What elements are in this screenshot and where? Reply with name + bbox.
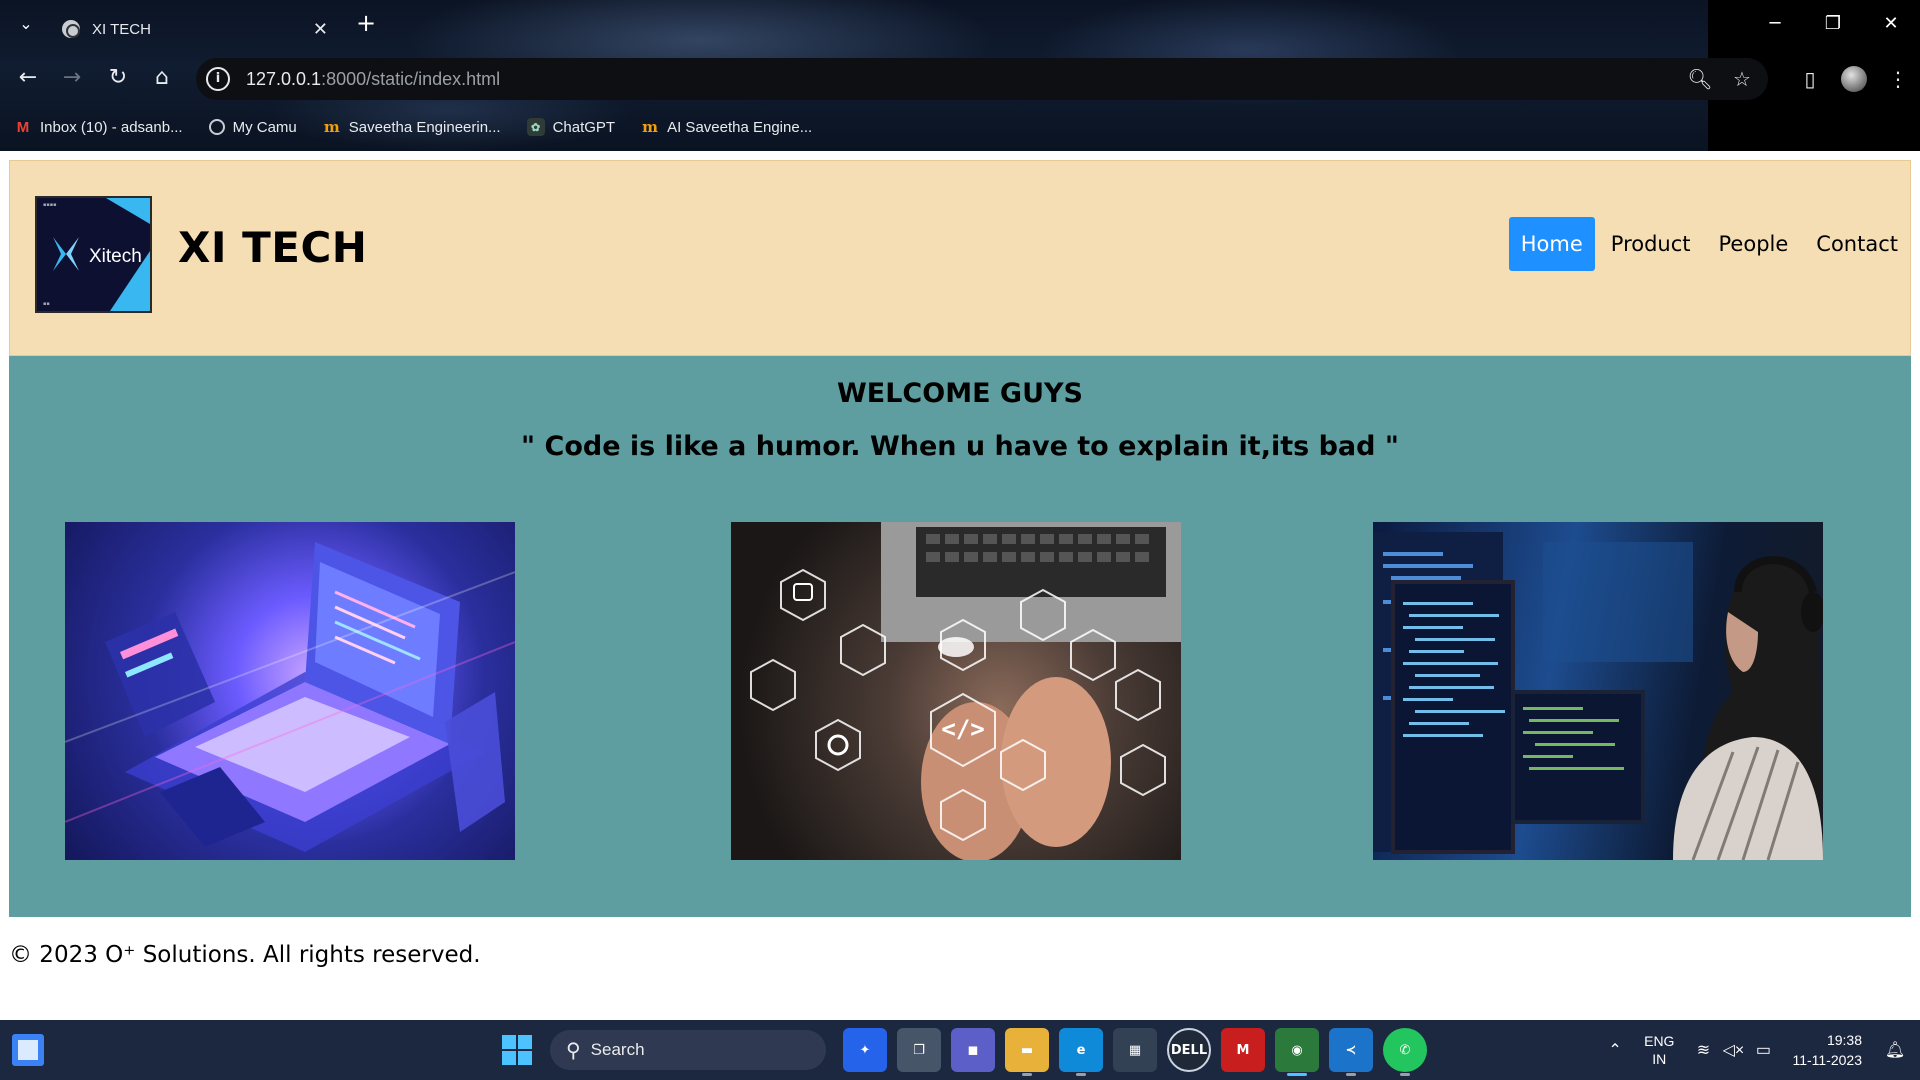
home-icon[interactable]: ⌂ (146, 63, 178, 95)
bookmark-my-camu[interactable]: My Camu (208, 119, 297, 136)
moodle-icon: m (323, 118, 340, 136)
bookmark-chatgpt[interactable]: ✿ ChatGPT (526, 118, 615, 136)
hero-section: WELCOME GUYS " Code is like a humor. Whe… (9, 356, 1911, 917)
system-tray: ⌃ ENG IN ≋ ◁× ▭ 19:38 11-11-2023 🔔︎ (1600, 1020, 1920, 1080)
forward-icon[interactable]: → (56, 63, 88, 95)
search-icon: ⚲ (566, 1039, 581, 1062)
chrome-icon[interactable]: ◉ (1275, 1028, 1319, 1076)
restore-icon[interactable]: ❐ (1804, 0, 1862, 50)
reload-icon[interactable]: ↻ (102, 63, 134, 95)
tab-bar: ⌄ XI TECH ✕ + ─ ❐ ✕ (0, 0, 1920, 50)
chevron-up-icon[interactable]: ⌃ (1600, 1040, 1630, 1060)
bookmark-saveetha[interactable]: m Saveetha Engineerin... (323, 118, 501, 136)
start-button[interactable] (494, 1027, 540, 1073)
quote-text: " Code is like a humor. When u have to e… (521, 431, 1399, 462)
site-header: ▪▪▪▪ Xitech ▪▪ XI TECH Home Product Peop… (9, 160, 1911, 356)
url-text[interactable]: 127.0.0.1:8000/static/index.html (246, 69, 1684, 90)
vscode-icon[interactable]: ≺ (1329, 1028, 1373, 1076)
file-explorer-icon[interactable]: ▬ (1005, 1028, 1049, 1076)
nav-product[interactable]: Product (1599, 217, 1703, 271)
microsoft-store-icon[interactable]: ▦ (1113, 1028, 1157, 1072)
tab-search-chevron-icon[interactable]: ⌄ (14, 12, 38, 36)
gmail-icon: M (16, 118, 30, 136)
teams-chat-icon[interactable]: ◼ (951, 1028, 995, 1072)
site-brand: XI TECH (178, 223, 368, 272)
bookmark-ai-saveetha[interactable]: m AI Saveetha Engine... (641, 118, 812, 136)
site-footer: © 2023 O⁺ Solutions. All rights reserved… (9, 942, 481, 968)
wifi-icon[interactable]: ≋ (1688, 1040, 1718, 1060)
laptop-illustration (65, 542, 515, 852)
site-nav: Home Product People Contact (1505, 216, 1910, 272)
bookmark-inbox[interactable]: M Inbox (10) - adsanb... (14, 118, 183, 136)
profile-avatar[interactable] (1841, 66, 1867, 92)
logo-fine-print: ▪▪▪▪ (43, 202, 57, 208)
hero-image-developer (1373, 522, 1823, 860)
chatgpt-icon: ✿ (526, 118, 545, 136)
welcome-heading: WELCOME GUYS (837, 378, 1083, 409)
close-window-icon[interactable]: ✕ (1862, 0, 1920, 50)
svg-text:</>: </> (941, 715, 984, 743)
dell-icon[interactable]: DELL (1167, 1028, 1211, 1072)
globe-icon (62, 20, 80, 38)
right-tools: ▯ ⋮ (1788, 55, 1920, 103)
bookmark-star-icon[interactable]: ☆ (1726, 63, 1758, 95)
back-icon[interactable]: ← (12, 63, 44, 95)
battery-icon[interactable]: ▭ (1748, 1040, 1778, 1060)
logo-fine-print: ▪▪ (43, 301, 50, 307)
toolbar: ← → ↻ ⌂ i 127.0.0.1:8000/static/index.ht… (0, 55, 1920, 103)
developer-illustration (1373, 532, 1823, 860)
bookmarks-bar: M Inbox (10) - adsanb... My Camu m Savee… (0, 112, 1920, 142)
volume-muted-icon[interactable]: ◁× (1718, 1040, 1748, 1060)
taskbar-apps: ⚲ Search ✦ ❐ ◼ ▬ e ▦ DELL M ◉ ≺ ✆ (494, 1020, 1432, 1080)
browser-chrome: ⌄ XI TECH ✕ + ─ ❐ ✕ ← → ↻ ⌂ i 127.0.0.1:… (0, 0, 1920, 151)
input-language[interactable]: ENG IN (1644, 1032, 1674, 1068)
logo-shape (110, 251, 150, 311)
zoom-icon[interactable]: 🔍︎ (1684, 63, 1716, 95)
tab-xi-tech[interactable]: XI TECH ✕ (50, 8, 340, 50)
nav-contact[interactable]: Contact (1804, 217, 1910, 271)
minimize-icon[interactable]: ─ (1746, 0, 1804, 50)
page-content: ▪▪▪▪ Xitech ▪▪ XI TECH Home Product Peop… (0, 151, 1920, 1020)
moodle-icon: m (642, 118, 659, 136)
taskbar-search[interactable]: ⚲ Search (550, 1030, 826, 1070)
tab-title: XI TECH (92, 20, 151, 38)
site-logo[interactable]: ▪▪▪▪ Xitech ▪▪ (35, 196, 152, 313)
mcafee-icon[interactable]: M (1221, 1028, 1265, 1072)
task-view-icon[interactable]: ❐ (897, 1028, 941, 1072)
search-placeholder: Search (590, 1040, 645, 1059)
notification-bell-icon[interactable]: 🔔︎ (1880, 1040, 1910, 1060)
hero-image-tech-icons: </> (731, 522, 1181, 860)
hero-image-laptop (65, 522, 515, 860)
site-info-icon[interactable]: i (206, 67, 230, 91)
widgets-icon[interactable] (12, 1034, 44, 1066)
windows-taskbar: ⚲ Search ✦ ❐ ◼ ▬ e ▦ DELL M ◉ ≺ ✆ ⌃ ENG … (0, 1020, 1920, 1080)
nav-people[interactable]: People (1707, 217, 1801, 271)
copilot-pre-icon[interactable]: ✦ (843, 1028, 887, 1072)
close-tab-icon[interactable]: ✕ (313, 19, 328, 40)
logo-x-icon (53, 237, 79, 271)
clock[interactable]: 19:38 11-11-2023 (1792, 1030, 1862, 1070)
globe-icon (208, 119, 225, 135)
side-panel-icon[interactable]: ▯ (1788, 57, 1832, 101)
address-bar[interactable]: i 127.0.0.1:8000/static/index.html 🔍︎ ☆ (196, 58, 1768, 100)
logo-shape (106, 198, 150, 224)
window-controls: ─ ❐ ✕ (1746, 0, 1920, 50)
edge-icon[interactable]: e (1059, 1028, 1103, 1076)
tech-icons-illustration: </> (750, 522, 1181, 860)
nav-home[interactable]: Home (1508, 217, 1595, 271)
menu-dots-icon[interactable]: ⋮ (1876, 57, 1920, 101)
new-tab-button[interactable]: + (352, 10, 380, 38)
whatsapp-icon[interactable]: ✆ (1383, 1028, 1427, 1076)
